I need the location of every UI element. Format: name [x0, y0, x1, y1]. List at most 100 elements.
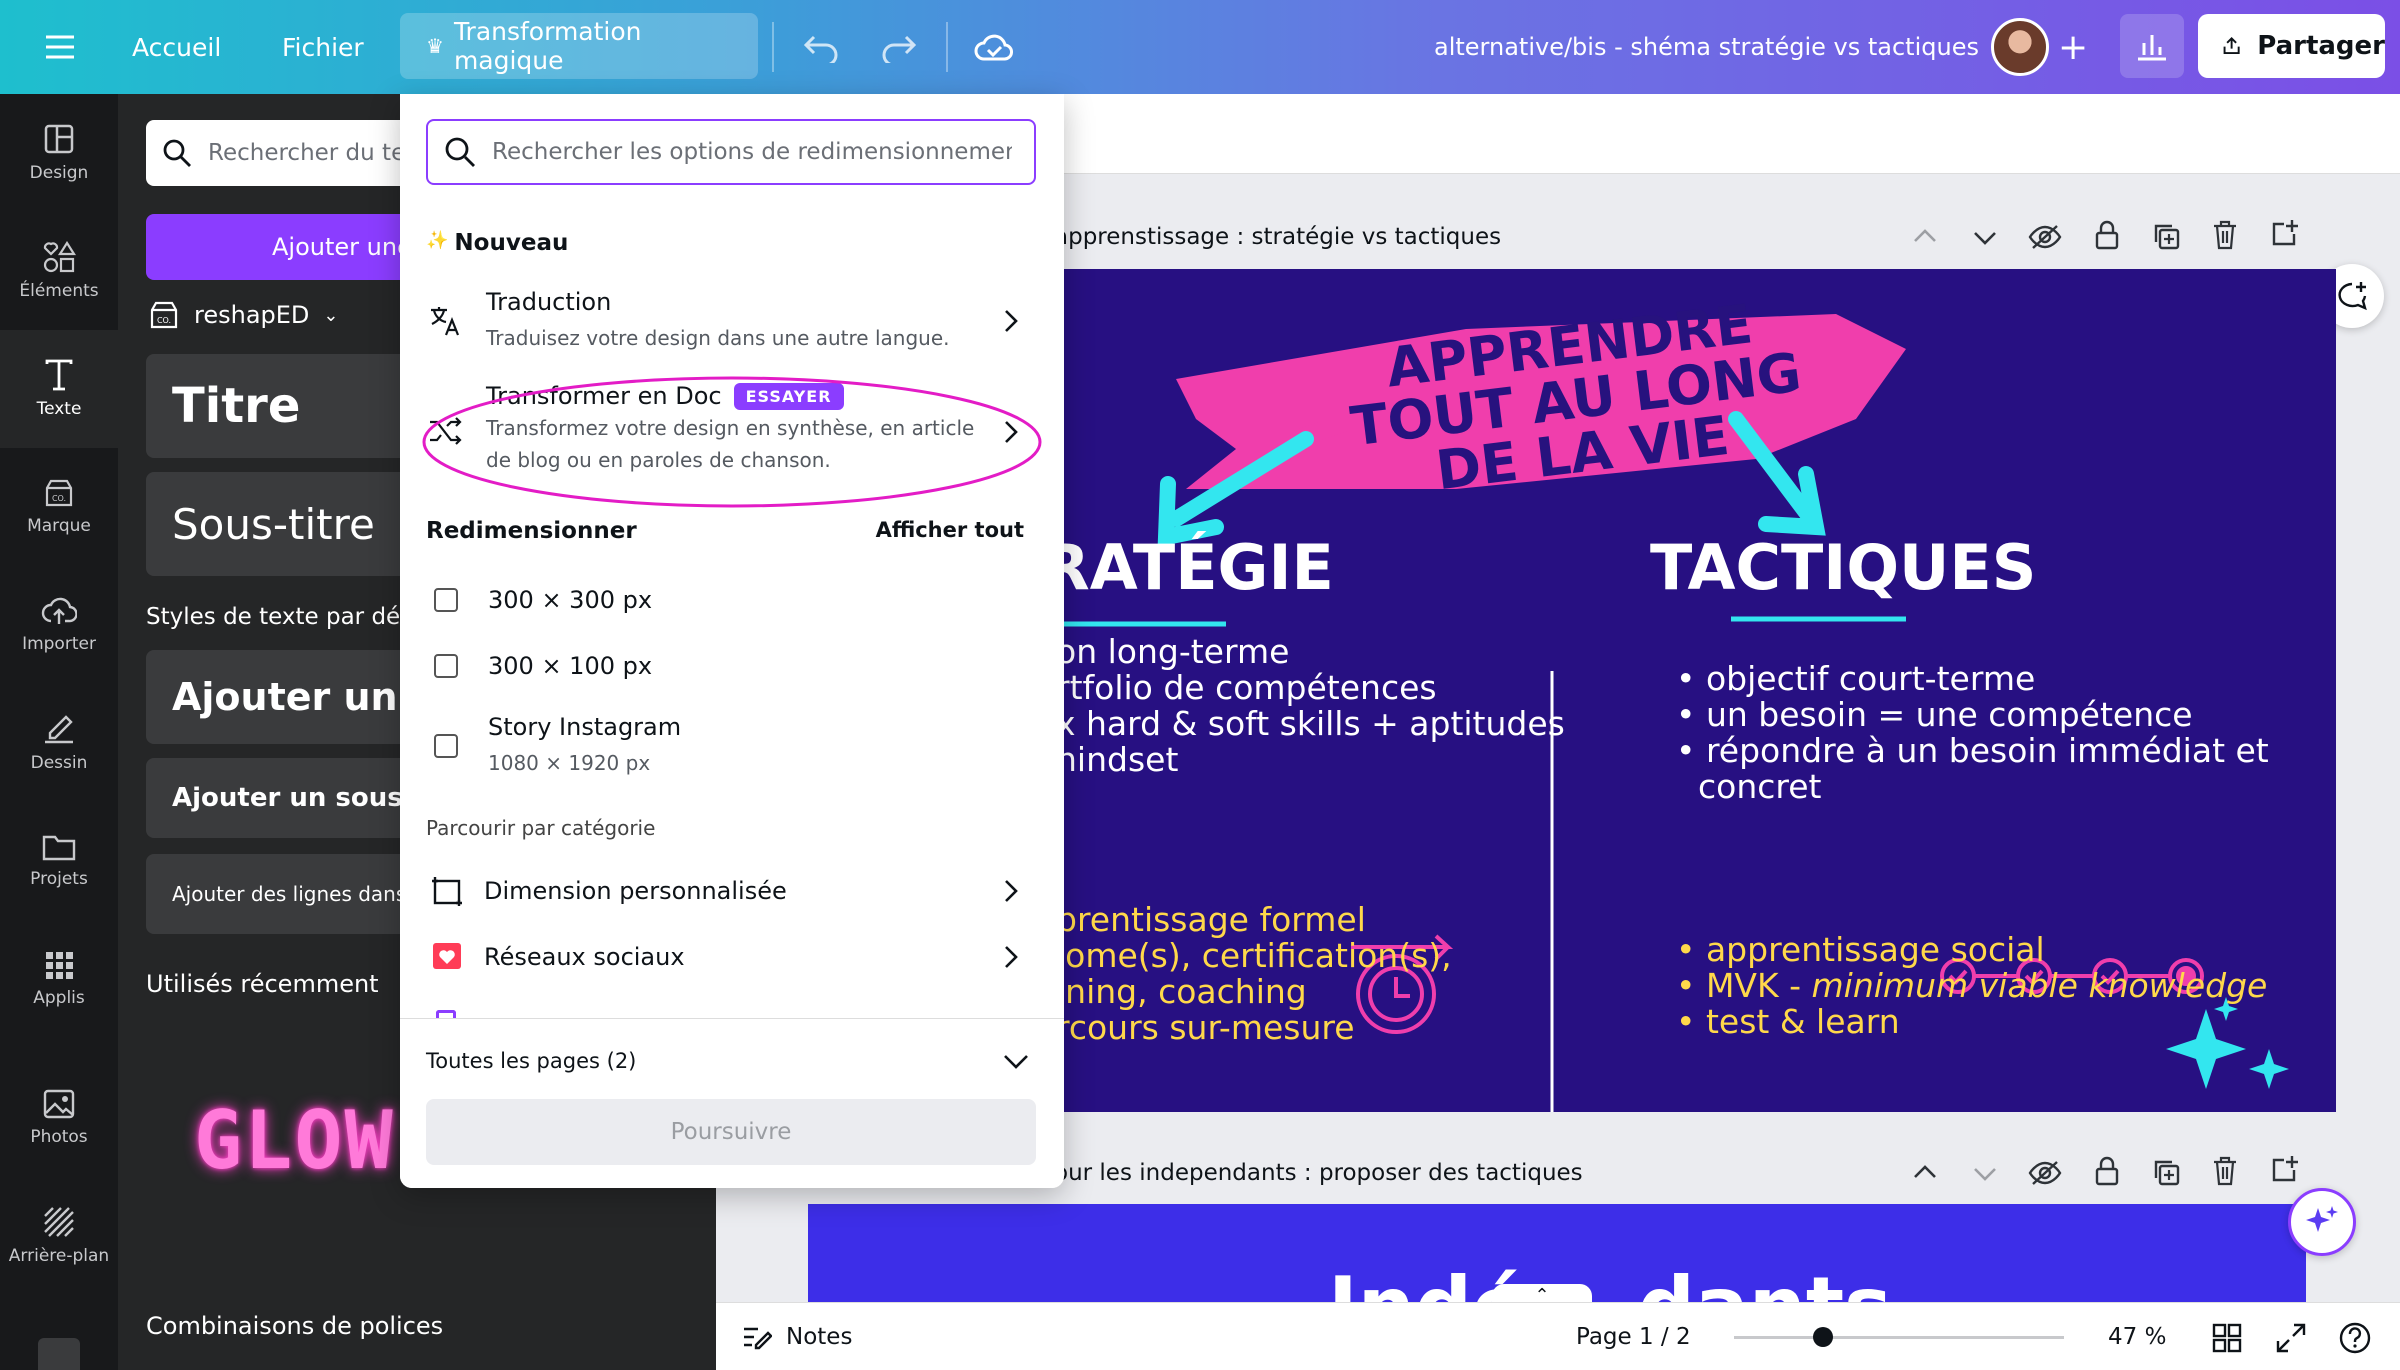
- show-all-link[interactable]: Afficher tout: [876, 518, 1024, 542]
- rail-more-icon[interactable]: [38, 1338, 80, 1370]
- page-2-title[interactable]: our les independants : proposer des tact…: [1054, 1160, 1583, 1186]
- translate-option[interactable]: Traduction Traduisez votre design dans u…: [426, 278, 1040, 364]
- chevron-right-icon: [1005, 946, 1018, 968]
- avatar[interactable]: [1991, 18, 2049, 76]
- cloud-upload-icon: [41, 597, 77, 624]
- rail-item-brand[interactable]: CO. Marque: [0, 448, 118, 566]
- hide-page-icon[interactable]: [2028, 224, 2062, 250]
- shapes-icon: [43, 241, 76, 273]
- size-option-instagram-story[interactable]: Story Instagram 1080 × 1920 px: [426, 706, 1040, 786]
- chevron-down-icon: ⌄: [323, 304, 339, 326]
- highlight-ellipse: [422, 376, 1042, 508]
- search-icon: [445, 137, 475, 167]
- home-button[interactable]: Accueil: [132, 0, 221, 94]
- divider: [772, 22, 774, 72]
- magic-assistant-button[interactable]: [2288, 1188, 2356, 1256]
- checkbox[interactable]: [434, 588, 458, 612]
- rail-item-apps[interactable]: Applis: [0, 920, 118, 1038]
- analytics-icon[interactable]: [2120, 14, 2184, 78]
- add-page-icon[interactable]: [2270, 218, 2300, 248]
- resize-heading: Redimensionner: [426, 518, 637, 544]
- popup-footer: Toutes les pages (2) Poursuivre: [400, 1018, 1064, 1188]
- zoom-level[interactable]: 47 %: [2108, 1324, 2166, 1350]
- rail-item-background[interactable]: Arrière-plan: [0, 1184, 118, 1288]
- translate-icon: [431, 307, 460, 336]
- tactics-list: • objectif court-terme • un besoin = une…: [1676, 659, 2269, 806]
- continue-button[interactable]: Poursuivre: [426, 1099, 1036, 1165]
- brand-kit-selector[interactable]: CO. reshapED ⌄: [148, 300, 339, 330]
- chevron-down-icon: [1004, 1055, 1028, 1069]
- browse-category-heading: Parcourir par catégorie: [426, 816, 656, 840]
- rail-item-photos[interactable]: Photos: [0, 1066, 118, 1170]
- all-pages-selector[interactable]: Toutes les pages (2): [426, 1049, 636, 1073]
- show-pages-toggle[interactable]: ⌃: [1492, 1284, 1592, 1302]
- lock-icon[interactable]: [2094, 220, 2120, 250]
- lock-icon[interactable]: [2094, 1156, 2120, 1186]
- magic-switch-label: Transformation magique: [453, 17, 642, 75]
- left-rail: Design Éléments Texte CO. Marque Importe…: [0, 94, 118, 1370]
- delete-page-icon[interactable]: [2212, 1156, 2238, 1186]
- category-custom-size[interactable]: Dimension personnalisée: [426, 866, 1040, 916]
- rail-item-draw[interactable]: Dessin: [0, 684, 118, 802]
- duplicate-page-icon[interactable]: [2152, 222, 2180, 250]
- chevron-down-icon[interactable]: [1972, 226, 1998, 248]
- chevron-up-icon[interactable]: [1912, 226, 1938, 248]
- hide-page-icon[interactable]: [2028, 1160, 2062, 1186]
- chevron-up-icon[interactable]: [1912, 1162, 1938, 1184]
- rail-item-text[interactable]: Texte: [0, 330, 118, 448]
- undo-icon[interactable]: [802, 0, 842, 94]
- tactics-heading: TACTIQUES: [1650, 531, 2037, 604]
- magic-switch-button[interactable]: ♛ Transformation magique: [400, 13, 758, 79]
- grid-view-icon[interactable]: [2212, 1323, 2242, 1353]
- notes-icon: [744, 1327, 772, 1349]
- help-icon[interactable]: [2338, 1321, 2372, 1355]
- custom-size-icon: [432, 877, 462, 906]
- zoom-slider-thumb[interactable]: [1812, 1327, 1833, 1347]
- glow-font-sample[interactable]: GLOW: [194, 1094, 395, 1187]
- chevron-right-icon: [1005, 880, 1018, 902]
- zoom-slider[interactable]: [1734, 1327, 2064, 1347]
- document-title[interactable]: alternative/bis - shéma stratégie vs tac…: [1434, 0, 1979, 94]
- svg-text:CO.: CO.: [157, 316, 171, 325]
- delete-page-icon[interactable]: [2212, 220, 2238, 250]
- category-social-media[interactable]: Réseaux sociaux: [426, 932, 1040, 982]
- slide-2-heading: Indé dants: [1328, 1260, 1892, 1302]
- size-option-300x100[interactable]: 300 × 100 px: [426, 642, 1040, 690]
- size-option-300x300[interactable]: 300 × 300 px: [426, 576, 1040, 624]
- checkbox[interactable]: [434, 734, 458, 758]
- search-icon: [163, 139, 191, 167]
- share-label: Partager: [2257, 31, 2385, 61]
- chevron-down-icon[interactable]: [1972, 1162, 1998, 1184]
- chevron-right-icon: [1005, 310, 1018, 332]
- rail-item-projects[interactable]: Projets: [0, 802, 118, 920]
- page-1-title[interactable]: apprenstissage : stratégie vs tactiques: [1054, 224, 1501, 250]
- checkbox[interactable]: [434, 654, 458, 678]
- pen-icon: [45, 715, 73, 744]
- sparkle-icon: [2306, 1206, 2338, 1232]
- resize-search-input[interactable]: [492, 139, 1012, 165]
- new-section-heading: ✨ Nouveau: [426, 230, 569, 256]
- notes-button[interactable]: Notes: [742, 1323, 852, 1351]
- upload-icon: [2223, 36, 2240, 55]
- menu-icon[interactable]: [44, 0, 76, 94]
- page-indicator[interactable]: Page 1 / 2: [1576, 1324, 1691, 1350]
- resize-search-field[interactable]: [426, 119, 1036, 185]
- default-styles-heading: Styles de texte par déf: [146, 604, 409, 630]
- plus-icon[interactable]: +: [2058, 0, 2088, 94]
- grid-icon: [46, 952, 73, 979]
- recent-heading: Utilisés récemment: [146, 970, 379, 998]
- slide-page-1[interactable]: APPRENDRE TOUT AU LONG DE LA VIE RATÉGIE…: [1056, 269, 2336, 1112]
- redo-icon[interactable]: [878, 0, 918, 94]
- rail-item-design[interactable]: Design: [0, 94, 118, 212]
- text-icon: [45, 359, 73, 391]
- add-page-icon[interactable]: [2270, 1154, 2300, 1184]
- divider: [946, 22, 948, 72]
- crown-icon: ♛: [426, 34, 444, 58]
- rail-item-elements[interactable]: Éléments: [0, 212, 118, 330]
- share-button[interactable]: Partager: [2198, 14, 2385, 78]
- cloud-saved-icon[interactable]: [974, 0, 1014, 94]
- fullscreen-icon[interactable]: [2276, 1323, 2306, 1353]
- rail-item-uploads[interactable]: Importer: [0, 566, 118, 684]
- file-menu-button[interactable]: Fichier: [282, 0, 364, 94]
- duplicate-page-icon[interactable]: [2152, 1158, 2180, 1186]
